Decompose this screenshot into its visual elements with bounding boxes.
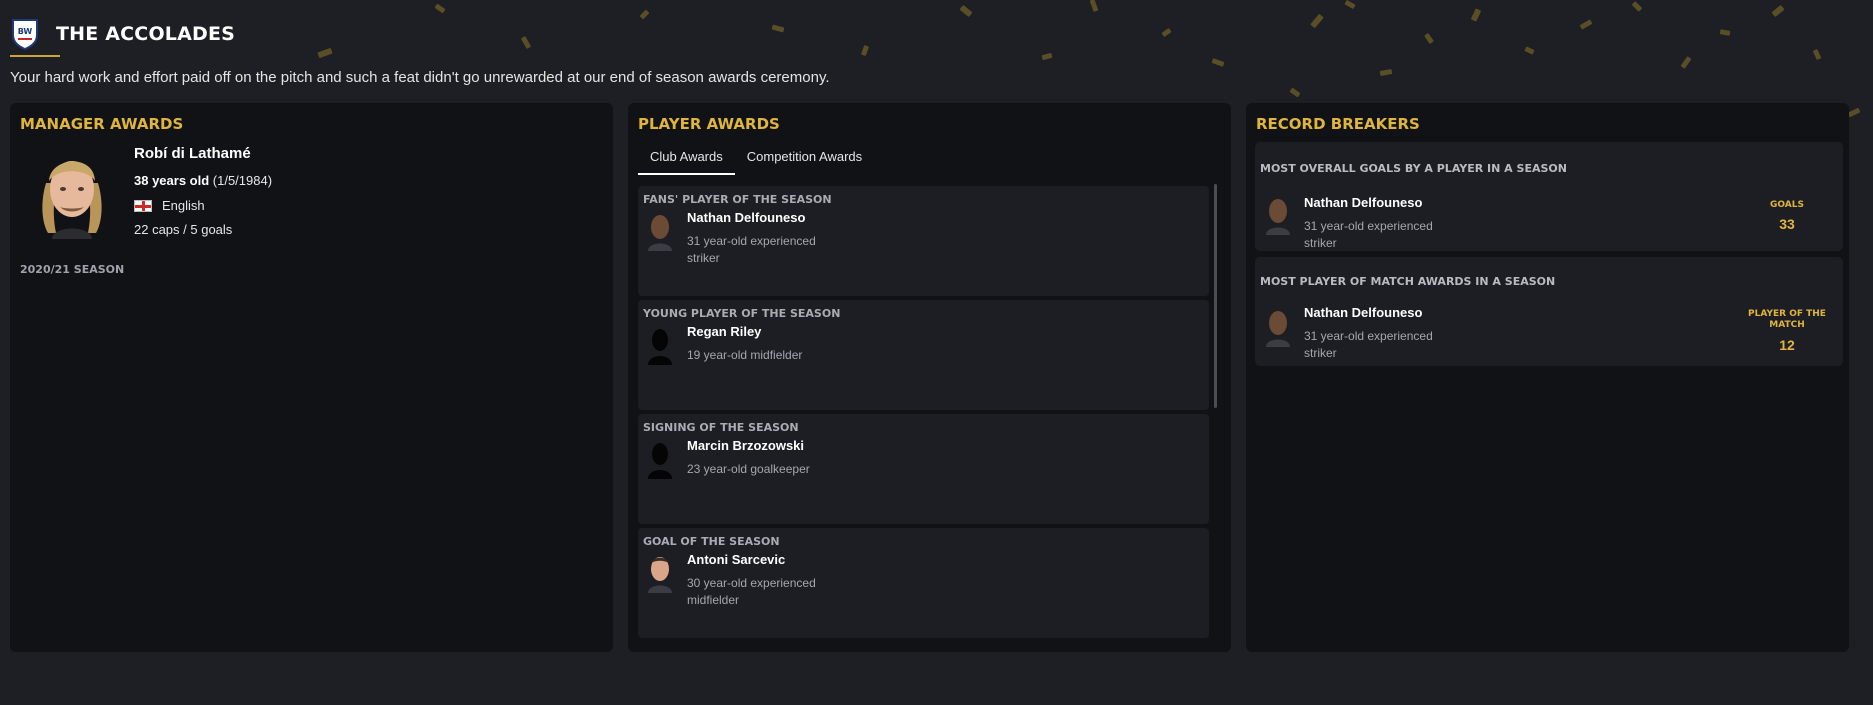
record-breakers-panel: RECORD BREAKERS MOST OVERALL GOALS BY A … xyxy=(1246,103,1849,652)
player-description: 23 year-old goalkeeper xyxy=(687,462,810,476)
player-photo[interactable] xyxy=(646,211,674,251)
award-label: SIGNING OF THE SEASON xyxy=(643,421,799,434)
player-description: 19 year-old midfielder xyxy=(687,348,803,362)
panel-title: RECORD BREAKERS xyxy=(1256,115,1420,133)
player-name[interactable]: Nathan Delfouneso xyxy=(687,210,805,225)
award-label: FANS' PLAYER OF THE SEASON xyxy=(643,193,832,206)
player-description: 31 year-old experienced striker xyxy=(687,234,816,265)
player-description: 31 year-old experienced striker xyxy=(1304,329,1433,360)
player-name[interactable]: Marcin Brzozowski xyxy=(687,438,804,453)
award-list-scrollbar[interactable] xyxy=(1214,184,1217,408)
season-label: 2020/21 SEASON xyxy=(20,263,125,276)
nationality-label: English xyxy=(162,198,205,213)
panel-title: MANAGER AWARDS xyxy=(20,115,184,133)
player-name[interactable]: Nathan Delfouneso xyxy=(1304,305,1422,320)
page-title: THE ACCOLADES xyxy=(56,23,236,45)
tab-club-awards[interactable]: Club Awards xyxy=(638,145,735,175)
award-card[interactable]: FANS' PLAYER OF THE SEASON Nathan Delfou… xyxy=(638,186,1209,296)
manager-awards-panel: MANAGER AWARDS Robí di Lathamé 38 years … xyxy=(10,103,613,652)
record-card[interactable]: MOST PLAYER OF MATCH AWARDS IN A SEASON … xyxy=(1255,257,1843,366)
player-photo[interactable] xyxy=(646,553,674,593)
player-description: 30 year-old experienced midfielder xyxy=(687,576,816,607)
record-stat-value: 12 xyxy=(1779,337,1795,353)
record-label: MOST OVERALL GOALS BY A PLAYER IN A SEAS… xyxy=(1260,162,1567,175)
record-stat-label: GOALS xyxy=(1770,200,1804,210)
panel-title: PLAYER AWARDS xyxy=(638,115,780,133)
svg-text:BW: BW xyxy=(18,27,33,36)
player-description: 31 year-old experienced striker xyxy=(1304,219,1433,250)
club-crest-icon: BW xyxy=(12,19,38,51)
award-label: YOUNG PLAYER OF THE SEASON xyxy=(643,307,841,320)
record-label: MOST PLAYER OF MATCH AWARDS IN A SEASON xyxy=(1260,275,1556,288)
player-name[interactable]: Antoni Sarcevic xyxy=(687,552,785,567)
player-silhouette-icon[interactable] xyxy=(646,325,674,365)
award-card[interactable]: YOUNG PLAYER OF THE SEASON Regan Riley 1… xyxy=(638,300,1209,410)
record-stat-label: PLAYER OF THE MATCH xyxy=(1748,309,1826,330)
manager-age: 38 years old (1/5/1984) xyxy=(134,173,272,188)
player-awards-panel: PLAYER AWARDS Club Awards Competition Aw… xyxy=(628,103,1231,652)
player-silhouette-icon[interactable] xyxy=(646,439,674,479)
manager-name[interactable]: Robí di Lathamé xyxy=(134,145,251,162)
title-underline xyxy=(10,55,60,57)
manager-nationality: English xyxy=(134,198,205,213)
manager-photo[interactable] xyxy=(32,143,112,239)
page-subtitle: Your hard work and effort paid off on th… xyxy=(10,69,830,86)
player-name[interactable]: Nathan Delfouneso xyxy=(1304,195,1422,210)
record-stat-value: 33 xyxy=(1779,216,1795,232)
page-header: BW THE ACCOLADES xyxy=(10,12,235,56)
manager-caps: 22 caps / 5 goals xyxy=(134,222,233,237)
manager-dob: (1/5/1984) xyxy=(212,173,273,188)
tab-competition-awards[interactable]: Competition Awards xyxy=(735,145,874,175)
award-label: GOAL OF THE SEASON xyxy=(643,535,780,548)
award-card[interactable]: GOAL OF THE SEASON Antoni Sarcevic 30 ye… xyxy=(638,528,1209,638)
england-flag-icon xyxy=(134,199,152,212)
award-tabs: Club Awards Competition Awards xyxy=(638,145,874,175)
player-photo[interactable] xyxy=(1264,195,1292,235)
player-name[interactable]: Regan Riley xyxy=(687,324,761,339)
record-card[interactable]: MOST OVERALL GOALS BY A PLAYER IN A SEAS… xyxy=(1255,142,1843,251)
award-card[interactable]: SIGNING OF THE SEASON Marcin Brzozowski … xyxy=(638,414,1209,524)
player-photo[interactable] xyxy=(1264,307,1292,347)
manager-age-value: 38 years old xyxy=(134,173,210,188)
